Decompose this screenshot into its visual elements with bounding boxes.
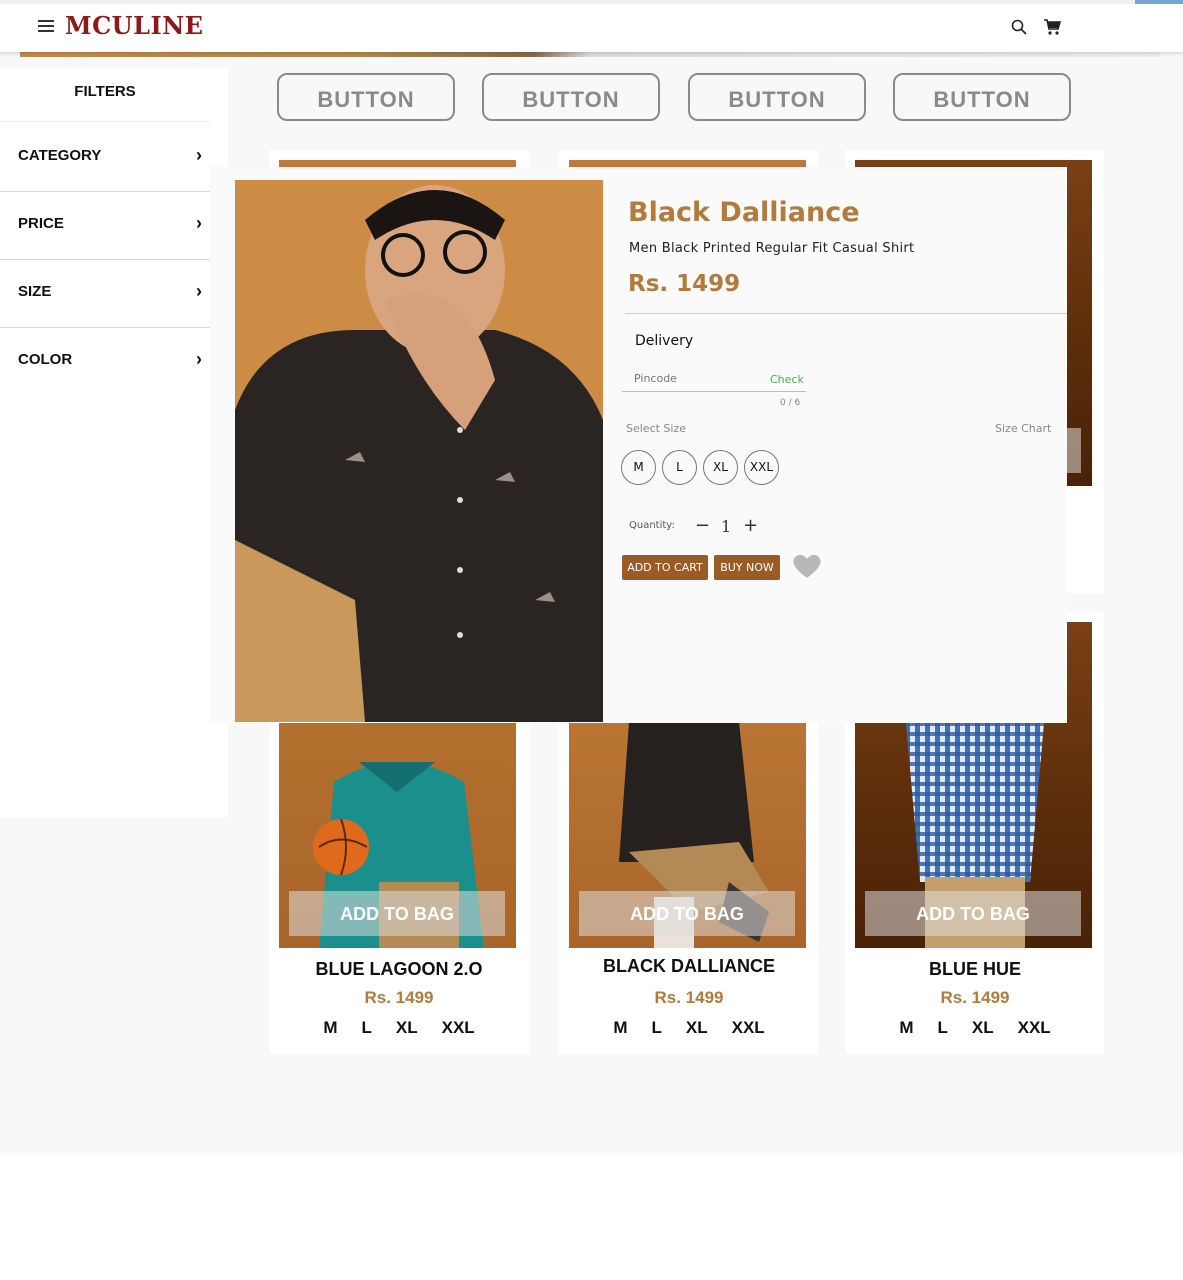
size-option[interactable]: M: [613, 1018, 627, 1038]
search-icon[interactable]: [1011, 19, 1027, 35]
buy-now-button[interactable]: BUY NOW: [714, 555, 780, 580]
category-button-4[interactable]: BUTTON: [893, 73, 1071, 121]
size-option[interactable]: L: [937, 1018, 947, 1038]
size-option[interactable]: XXL: [732, 1018, 765, 1038]
filter-size[interactable]: SIZE ›: [0, 259, 210, 328]
size-options: M L XL XXL: [559, 1018, 819, 1038]
quantity-decrease-button[interactable]: −: [695, 515, 710, 536]
size-option[interactable]: L: [361, 1018, 371, 1038]
category-button-3[interactable]: BUTTON: [688, 73, 866, 121]
modal-product-subtitle: Men Black Printed Regular Fit Casual Shi…: [629, 241, 915, 256]
filter-label: SIZE: [18, 283, 52, 300]
quantity-value: 1: [721, 517, 732, 536]
product-name[interactable]: BLACK DALLIANCE: [559, 956, 819, 977]
top-header: MCULINE: [0, 0, 1183, 52]
header-accent: [1135, 0, 1183, 4]
pincode-field: Check: [622, 369, 806, 392]
size-option[interactable]: XXL: [1018, 1018, 1051, 1038]
add-to-bag-button[interactable]: ADD TO BAG: [865, 891, 1081, 936]
filter-category[interactable]: CATEGORY ›: [0, 123, 210, 192]
header-topline: [0, 0, 1183, 4]
product-price: Rs. 1499: [940, 988, 1010, 1007]
quantity-label: Quantity:: [629, 520, 675, 531]
size-option[interactable]: L: [651, 1018, 661, 1038]
product-name[interactable]: BLUE HUE: [845, 959, 1105, 980]
add-to-bag-button[interactable]: ADD TO BAG: [289, 891, 505, 936]
size-option[interactable]: M: [899, 1018, 913, 1038]
size-option-xl[interactable]: XL: [703, 450, 738, 485]
size-option[interactable]: M: [323, 1018, 337, 1038]
modal-product-price: Rs. 1499: [628, 271, 741, 297]
size-option[interactable]: XL: [686, 1018, 708, 1038]
filters-title: FILTERS: [0, 67, 210, 122]
hamburger-menu-icon[interactable]: [38, 20, 54, 32]
size-option-xxl[interactable]: XXL: [744, 450, 779, 485]
size-options: M L XL XXL: [845, 1018, 1105, 1038]
filter-color[interactable]: COLOR ›: [0, 327, 210, 395]
size-option[interactable]: XL: [396, 1018, 418, 1038]
model-figure: [235, 180, 603, 722]
chevron-right-icon: ›: [196, 213, 202, 233]
pincode-char-counter: 0 / 6: [780, 398, 801, 408]
chevron-right-icon: ›: [196, 349, 202, 369]
filter-label: COLOR: [18, 351, 73, 368]
size-option[interactable]: XXL: [442, 1018, 475, 1038]
product-price: Rs. 1499: [654, 988, 724, 1007]
select-size-label: Select Size: [626, 422, 687, 435]
modal-product-image[interactable]: [235, 180, 603, 722]
filter-label: PRICE: [18, 215, 64, 232]
quick-view-modal: Black Dalliance Men Black Printed Regula…: [210, 167, 1067, 723]
chevron-right-icon: ›: [196, 281, 202, 301]
check-pincode-button[interactable]: Check: [770, 373, 804, 386]
shopping-cart-icon[interactable]: [1043, 18, 1061, 36]
product-name[interactable]: BLUE LAGOON 2.O: [269, 959, 529, 980]
modal-product-title: Black Dalliance: [628, 197, 860, 228]
filter-price[interactable]: PRICE ›: [0, 191, 210, 260]
category-button-2[interactable]: BUTTON: [482, 73, 660, 121]
add-to-bag-button[interactable]: ADD TO BAG: [579, 891, 795, 936]
size-option[interactable]: XL: [972, 1018, 994, 1038]
pincode-input[interactable]: [632, 371, 756, 386]
divider: [625, 313, 1067, 314]
size-option-m[interactable]: M: [621, 450, 656, 485]
size-chart-link[interactable]: Size Chart: [995, 422, 1051, 435]
chevron-right-icon: ›: [196, 145, 202, 165]
wishlist-heart-icon[interactable]: [792, 553, 822, 579]
product-price: Rs. 1499: [364, 988, 434, 1007]
quantity-increase-button[interactable]: +: [743, 515, 758, 536]
size-options: M L XL XXL: [269, 1018, 529, 1038]
category-button-1[interactable]: BUTTON: [277, 73, 455, 121]
size-option-l[interactable]: L: [662, 450, 697, 485]
banner-strip: [20, 52, 1160, 57]
brand-logo[interactable]: MCULINE: [65, 11, 203, 40]
add-to-cart-button[interactable]: ADD TO CART: [622, 555, 708, 580]
delivery-label: Delivery: [635, 333, 694, 349]
filter-label: CATEGORY: [18, 147, 102, 164]
filter-sidebar: FILTERS CATEGORY › PRICE › SIZE › COLOR …: [0, 67, 228, 817]
